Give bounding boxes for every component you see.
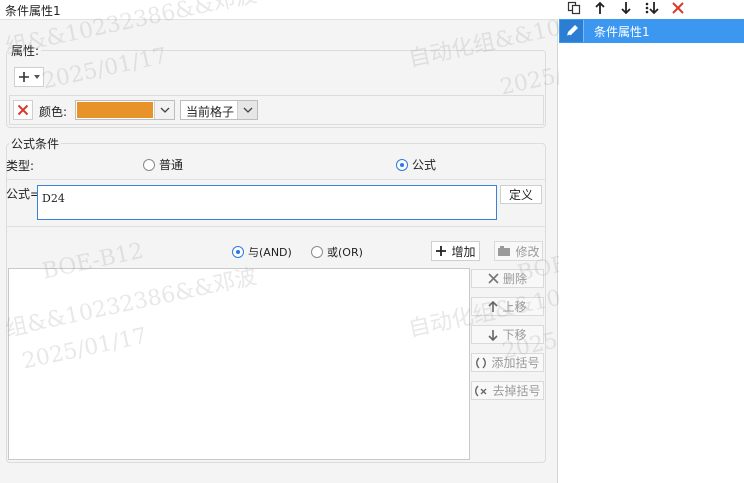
- list-item-icon-box: [560, 20, 584, 42]
- scope-select[interactable]: 当前格子: [180, 100, 258, 120]
- list-item[interactable]: 条件属性1: [559, 19, 744, 43]
- arrow-down-icon[interactable]: [617, 0, 635, 16]
- move-down-button[interactable]: 下移: [471, 325, 544, 344]
- modify-button-label: 修改: [515, 244, 540, 259]
- remove-bracket-icon: [474, 385, 488, 397]
- color-label: 颜色:: [39, 105, 68, 119]
- formula-label: 公式=: [6, 187, 41, 201]
- remove-bracket-button[interactable]: 去掉括号: [471, 381, 544, 400]
- remove-attribute-button[interactable]: [13, 100, 33, 120]
- radio-circle: [396, 158, 408, 171]
- define-button[interactable]: 定义: [500, 185, 542, 204]
- type-normal-label: 普通: [159, 158, 184, 172]
- remove-bracket-button-label: 去掉括号: [492, 384, 541, 398]
- edit-icon: [497, 245, 511, 257]
- color-swatch: [77, 102, 153, 118]
- condition-editor-panel: 条件属性1 属性: 颜色: 当前格子 公式条件 类型: 普通 公式 公式= D2…: [0, 0, 727, 483]
- chevron-down-icon: [160, 107, 170, 113]
- type-label: 类型:: [6, 159, 35, 173]
- delete-button[interactable]: 删除: [471, 269, 544, 288]
- chevron-down-icon: [243, 107, 253, 113]
- modify-button[interactable]: 修改: [494, 241, 543, 261]
- color-picker[interactable]: [75, 100, 175, 120]
- add-button[interactable]: 增加: [431, 241, 480, 261]
- close-icon[interactable]: [669, 0, 687, 16]
- scope-select-value: 当前格子: [186, 105, 235, 119]
- right-toolbar: [559, 0, 744, 18]
- delete-button-label: 删除: [502, 272, 527, 286]
- condition-list[interactable]: [8, 268, 470, 460]
- formula-input[interactable]: D24: [37, 185, 497, 220]
- type-formula-label: 公式: [412, 158, 437, 172]
- list-item-label: 条件属性1: [594, 25, 650, 39]
- or-radio[interactable]: 或(OR): [311, 244, 363, 260]
- chevron-down-icon: [34, 75, 40, 79]
- formula-condition-label: 公式条件: [9, 135, 62, 152]
- type-normal-radio[interactable]: 普通: [143, 156, 183, 173]
- color-dropdown-arrow[interactable]: [154, 101, 174, 119]
- type-formula-radio[interactable]: 公式: [396, 156, 436, 173]
- formula-divider: [6, 179, 546, 180]
- bracket-icon: [475, 357, 487, 369]
- close-icon: [488, 273, 499, 284]
- pencil-icon: [565, 24, 579, 38]
- arrow-up-icon[interactable]: [591, 0, 609, 16]
- copy-icon[interactable]: [565, 0, 583, 16]
- logic-divider: [6, 226, 546, 227]
- define-button-label: 定义: [508, 188, 533, 202]
- move-up-button-label: 上移: [502, 300, 527, 314]
- color-attribute-row: 颜色: 当前格子: [9, 95, 544, 125]
- or-label: 或(OR): [327, 246, 363, 259]
- arrow-down-icon: [488, 329, 499, 341]
- move-up-button[interactable]: 上移: [471, 297, 544, 316]
- move-down-button-label: 下移: [502, 328, 527, 342]
- add-bracket-button-label: 添加括号: [491, 356, 540, 370]
- radio-circle: [143, 158, 155, 171]
- radio-circle: [232, 246, 244, 258]
- page-title: 条件属性1: [5, 4, 61, 18]
- formula-input-value: D24: [42, 192, 65, 205]
- radio-circle: [311, 246, 323, 258]
- move-bottom-icon[interactable]: [643, 0, 661, 16]
- arrow-up-icon: [488, 300, 499, 313]
- plus-icon: [18, 71, 30, 83]
- close-icon: [17, 104, 29, 116]
- scope-dropdown-arrow[interactable]: [237, 101, 257, 119]
- attribute-group-label: 属性:: [9, 42, 42, 59]
- add-bracket-button[interactable]: 添加括号: [471, 353, 544, 372]
- and-label: 与(AND): [248, 246, 292, 259]
- condition-list-panel: 条件属性1: [559, 0, 744, 483]
- and-radio[interactable]: 与(AND): [232, 244, 292, 260]
- title-bar: 条件属性1: [0, 0, 558, 20]
- plus-icon: [435, 245, 447, 257]
- add-button-label: 增加: [451, 244, 476, 259]
- add-attribute-dropdown[interactable]: [14, 67, 44, 87]
